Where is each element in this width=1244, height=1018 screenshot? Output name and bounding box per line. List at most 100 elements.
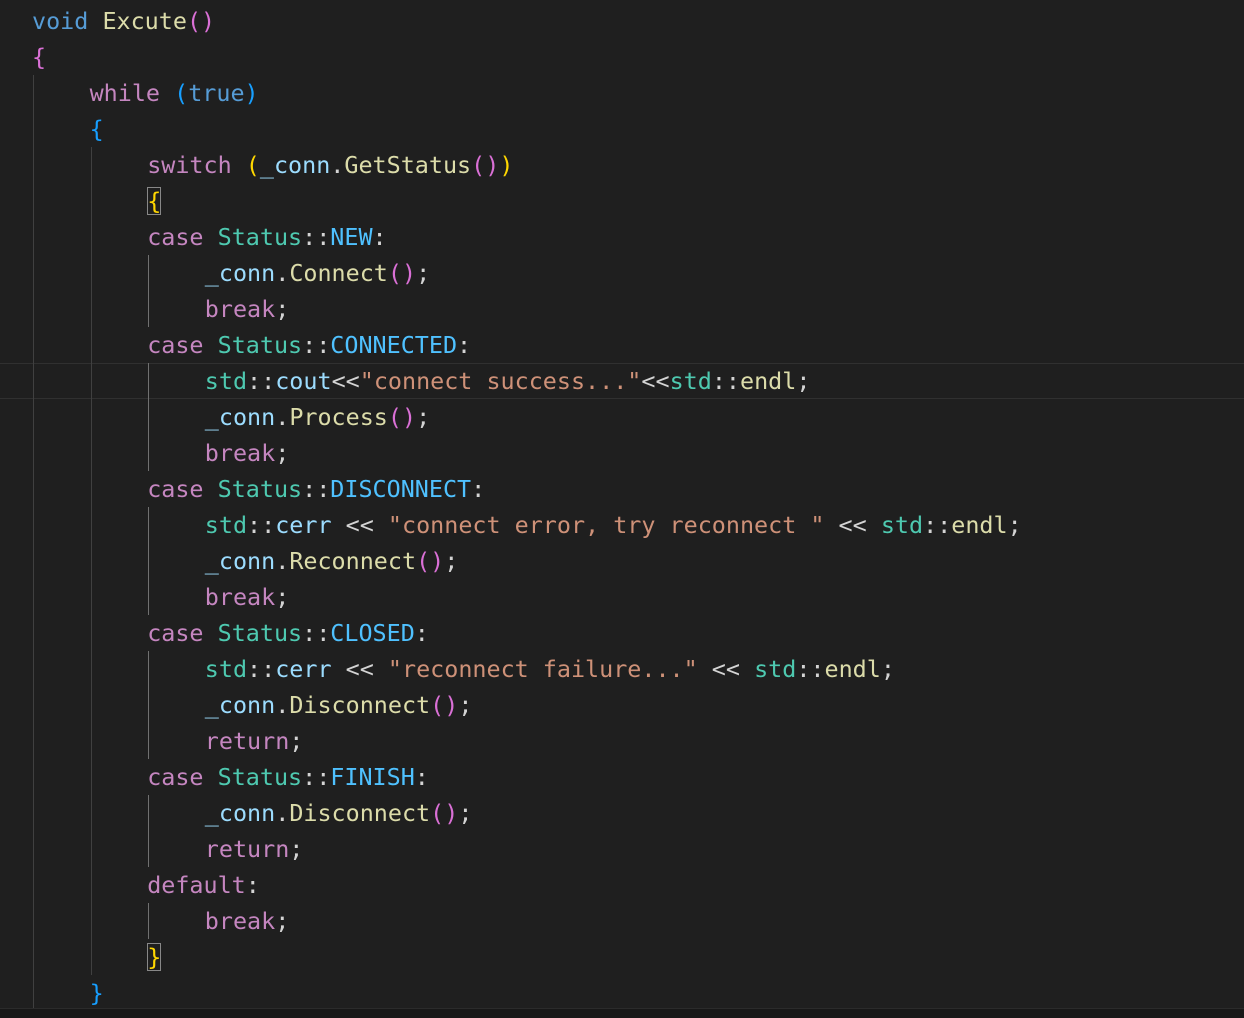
- code-text: switch (_conn.GetStatus()): [147, 147, 513, 183]
- code-token: switch: [147, 151, 232, 179]
- indent-guide: [33, 327, 34, 363]
- code-token: case: [147, 331, 204, 359]
- code-line[interactable]: switch (_conn.GetStatus()): [0, 147, 1244, 183]
- code-text: void Excute(): [32, 3, 215, 39]
- code-token: (): [387, 259, 417, 287]
- indent-guide: [91, 147, 92, 183]
- code-line[interactable]: }: [0, 939, 1244, 975]
- code-text: case Status::DISCONNECT:: [147, 471, 485, 507]
- code-token: <<: [331, 367, 360, 395]
- code-token: ;: [796, 367, 811, 395]
- code-line[interactable]: break;: [0, 435, 1244, 471]
- indent-guide: [33, 507, 34, 543]
- code-line[interactable]: case Status::CONNECTED:: [0, 327, 1244, 363]
- code-line[interactable]: break;: [0, 291, 1244, 327]
- code-line[interactable]: case Status::NEW:: [0, 219, 1244, 255]
- code-text: {: [147, 183, 162, 219]
- code-token: CLOSED: [330, 619, 415, 647]
- indent-guide: [33, 903, 34, 939]
- code-token: "connect error, try reconnect ": [387, 511, 825, 539]
- code-text: default:: [147, 867, 260, 903]
- indent-guide: [33, 255, 34, 291]
- indent-guide: [91, 579, 92, 615]
- code-token: default: [147, 871, 246, 899]
- code-token: ;: [416, 403, 431, 431]
- code-line[interactable]: _conn.Disconnect();: [0, 795, 1244, 831]
- code-token: ::: [711, 367, 740, 395]
- code-line[interactable]: _conn.Process();: [0, 399, 1244, 435]
- indent-guide: [33, 651, 34, 687]
- code-token: case: [147, 763, 204, 791]
- code-line[interactable]: std::cerr << "reconnect failure..." << s…: [0, 651, 1244, 687]
- code-token: {: [89, 115, 104, 143]
- code-line[interactable]: break;: [0, 579, 1244, 615]
- code-token: Status: [217, 475, 303, 503]
- code-token: {: [32, 43, 47, 71]
- indent-guide: [148, 831, 149, 867]
- indent-guide: [33, 363, 34, 399]
- code-token: Disconnect: [289, 799, 431, 827]
- code-line[interactable]: {: [0, 183, 1244, 219]
- code-token: Connect: [289, 259, 388, 287]
- code-token: .: [275, 547, 290, 575]
- code-line[interactable]: while (true): [0, 75, 1244, 111]
- code-text: std::cout<<"connect success..."<<std::en…: [205, 363, 811, 399]
- code-text: _conn.Process();: [205, 399, 430, 435]
- code-line[interactable]: _conn.Disconnect();: [0, 687, 1244, 723]
- code-token: true: [188, 79, 245, 107]
- code-token: ::: [247, 367, 276, 395]
- indent-guide: [148, 651, 149, 687]
- code-line[interactable]: return;: [0, 831, 1244, 867]
- code-token: ::: [302, 619, 331, 647]
- code-token: ::: [247, 511, 276, 539]
- code-line[interactable]: _conn.Reconnect();: [0, 543, 1244, 579]
- indent-guide: [91, 939, 92, 975]
- code-line[interactable]: case Status::CLOSED:: [0, 615, 1244, 651]
- code-line[interactable]: _conn.Connect();: [0, 255, 1244, 291]
- indent-guide: [33, 111, 34, 147]
- code-line[interactable]: break;: [0, 903, 1244, 939]
- code-token: (): [430, 691, 459, 719]
- code-token: DISCONNECT: [330, 475, 472, 503]
- code-line[interactable]: {: [0, 39, 1244, 75]
- code-line[interactable]: std::cerr << "connect error, try reconne…: [0, 507, 1244, 543]
- code-text: _conn.Disconnect();: [205, 795, 473, 831]
- code-text: break;: [205, 435, 290, 471]
- code-token: (): [471, 151, 500, 179]
- indent-guide: [33, 723, 34, 759]
- code-line[interactable]: std::cout<<"connect success..."<<std::en…: [0, 363, 1244, 399]
- code-token: case: [147, 475, 204, 503]
- code-token: _conn: [204, 547, 276, 575]
- code-editor[interactable]: void Excute(){while (true){switch (_conn…: [0, 0, 1244, 1011]
- indent-guide: [33, 759, 34, 795]
- code-text: break;: [205, 903, 290, 939]
- code-line[interactable]: void Excute(): [0, 3, 1244, 39]
- indent-guide: [33, 687, 34, 723]
- code-line[interactable]: }: [0, 975, 1244, 1011]
- code-token: while: [89, 79, 161, 107]
- indent-guide: [148, 903, 149, 939]
- code-line[interactable]: case Status::DISCONNECT:: [0, 471, 1244, 507]
- code-token: NEW: [330, 223, 373, 251]
- indent-guide: [148, 363, 149, 399]
- indent-guide: [33, 399, 34, 435]
- code-token: Reconnect: [289, 547, 417, 575]
- code-token: case: [147, 223, 204, 251]
- indent-guide: [91, 687, 92, 723]
- code-line[interactable]: case Status::FINISH:: [0, 759, 1244, 795]
- indent-guide: [33, 939, 34, 975]
- code-line[interactable]: return;: [0, 723, 1244, 759]
- code-token: std: [880, 511, 924, 539]
- code-line[interactable]: {: [0, 111, 1244, 147]
- code-token: ;: [416, 259, 431, 287]
- code-token: Status: [217, 619, 303, 647]
- code-line[interactable]: default:: [0, 867, 1244, 903]
- code-token: .: [275, 691, 290, 719]
- indent-guide: [148, 543, 149, 579]
- code-token: std: [754, 655, 797, 683]
- code-token: ::: [302, 475, 331, 503]
- code-token: :: [471, 475, 486, 503]
